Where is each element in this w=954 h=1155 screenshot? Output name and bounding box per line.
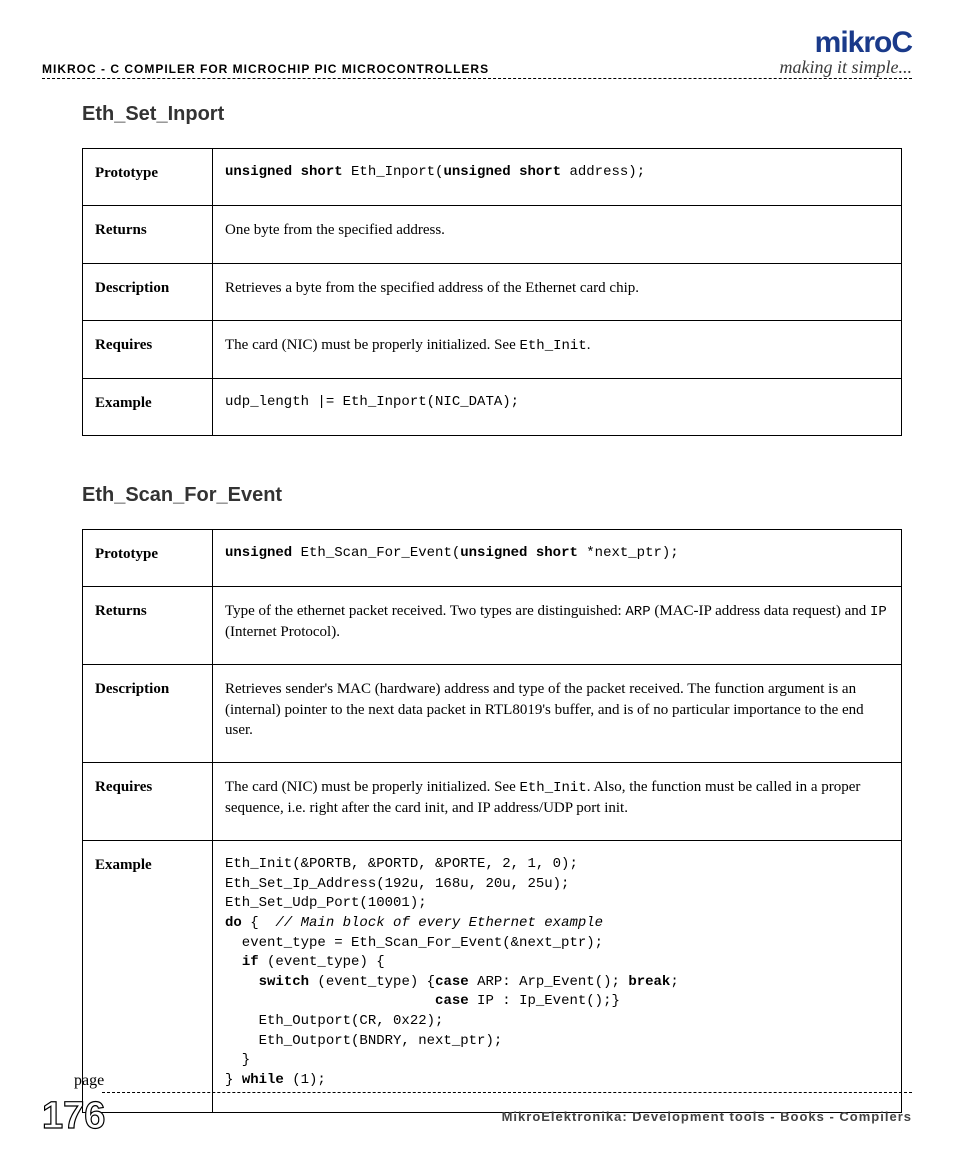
row-label-requires: Requires bbox=[83, 320, 213, 378]
header-left-text: mikroC - C Compiler for Microchip PIC mi… bbox=[42, 62, 489, 76]
header-right: mikroC making it simple... bbox=[780, 28, 913, 76]
page-number: 176 bbox=[42, 1097, 105, 1135]
row-value-description: Retrieves sender's MAC (hardware) addres… bbox=[213, 665, 902, 763]
row-label-description: Description bbox=[83, 263, 213, 320]
footer-row: 176 MikroElektronika: Development tools … bbox=[42, 1097, 912, 1135]
row-value-requires: The card (NIC) must be properly initiali… bbox=[213, 320, 902, 378]
page-footer: page 176 MikroElektronika: Development t… bbox=[42, 1072, 912, 1135]
row-label-example: Example bbox=[83, 378, 213, 435]
row-label-requires: Requires bbox=[83, 763, 213, 841]
brand-tagline: making it simple... bbox=[780, 58, 913, 76]
section-title-2: Eth_Scan_For_Event bbox=[82, 484, 902, 507]
table-row: Example udp_length |= Eth_Inport(NIC_DAT… bbox=[83, 378, 902, 435]
table-row: Prototype unsigned Eth_Scan_For_Event(un… bbox=[83, 529, 902, 586]
footer-divider bbox=[102, 1092, 912, 1093]
row-value-requires: The card (NIC) must be properly initiali… bbox=[213, 763, 902, 841]
api-table-2: Prototype unsigned Eth_Scan_For_Event(un… bbox=[82, 529, 902, 1113]
row-value-prototype: unsigned short Eth_Inport(unsigned short… bbox=[213, 149, 902, 206]
row-label-returns: Returns bbox=[83, 587, 213, 665]
table-row: Description Retrieves a byte from the sp… bbox=[83, 263, 902, 320]
page-header: mikroC - C Compiler for Microchip PIC mi… bbox=[42, 28, 912, 76]
table-row: Requires The card (NIC) must be properly… bbox=[83, 320, 902, 378]
footer-text: MikroElektronika: Development tools - Bo… bbox=[105, 1109, 912, 1124]
header-divider bbox=[42, 78, 912, 79]
page-content: Eth_Set_Inport Prototype unsigned short … bbox=[42, 103, 912, 1113]
page-label: page bbox=[74, 1072, 912, 1090]
section-title-1: Eth_Set_Inport bbox=[82, 103, 902, 126]
row-value-prototype: unsigned Eth_Scan_For_Event(unsigned sho… bbox=[213, 529, 902, 586]
code-block: Eth_Init(&PORTB, &PORTD, &PORTE, 2, 1, 0… bbox=[225, 855, 889, 1090]
row-label-prototype: Prototype bbox=[83, 149, 213, 206]
brand-logo: mikroC bbox=[780, 28, 913, 58]
api-table-1: Prototype unsigned short Eth_Inport(unsi… bbox=[82, 148, 902, 436]
table-row: Returns Type of the ethernet packet rece… bbox=[83, 587, 902, 665]
row-value-returns: One byte from the specified address. bbox=[213, 206, 902, 263]
table-row: Requires The card (NIC) must be properly… bbox=[83, 763, 902, 841]
row-label-returns: Returns bbox=[83, 206, 213, 263]
row-label-prototype: Prototype bbox=[83, 529, 213, 586]
row-label-description: Description bbox=[83, 665, 213, 763]
table-row: Description Retrieves sender's MAC (hard… bbox=[83, 665, 902, 763]
table-row: Prototype unsigned short Eth_Inport(unsi… bbox=[83, 149, 902, 206]
table-row: Returns One byte from the specified addr… bbox=[83, 206, 902, 263]
row-value-example: udp_length |= Eth_Inport(NIC_DATA); bbox=[213, 378, 902, 435]
row-value-description: Retrieves a byte from the specified addr… bbox=[213, 263, 902, 320]
row-value-returns: Type of the ethernet packet received. Tw… bbox=[213, 587, 902, 665]
